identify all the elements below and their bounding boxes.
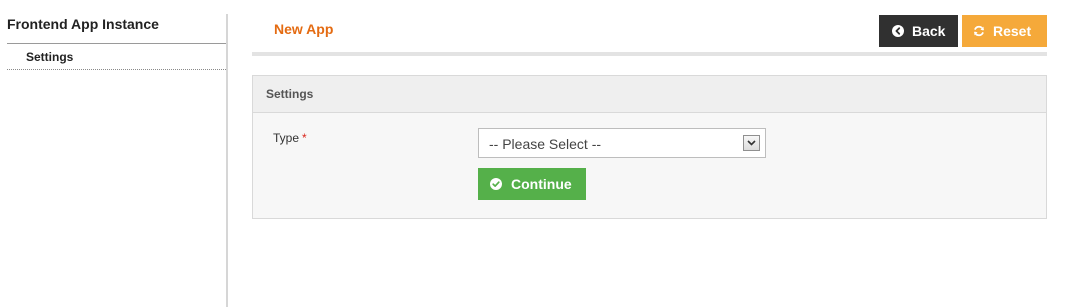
type-select-value: -- Please Select -- xyxy=(489,136,602,152)
back-button[interactable]: Back xyxy=(879,15,958,47)
panel-header: Settings xyxy=(253,76,1046,113)
panel-title: Settings xyxy=(266,87,314,101)
reset-button-label: Reset xyxy=(993,23,1032,39)
sidebar-item-label: Settings xyxy=(26,50,74,64)
settings-panel: Settings Type * -- Please Select -- Conti… xyxy=(252,75,1047,219)
type-select[interactable]: -- Please Select -- xyxy=(478,128,766,158)
sidebar-title-divider xyxy=(7,43,228,44)
back-button-label: Back xyxy=(912,23,946,39)
continue-button-label: Continue xyxy=(511,176,572,192)
reset-button[interactable]: Reset xyxy=(962,15,1047,47)
required-mark: * xyxy=(302,131,307,145)
header-divider xyxy=(252,52,1047,56)
sidebar-divider xyxy=(226,14,228,307)
sidebar-item-settings[interactable]: Settings xyxy=(7,46,228,70)
chevron-down-icon[interactable] xyxy=(743,135,760,151)
sidebar-title: Frontend App Instance xyxy=(7,16,159,32)
page-title: New App xyxy=(274,21,334,37)
type-field-label: Type * xyxy=(273,131,307,145)
refresh-icon xyxy=(973,25,985,37)
sidebar: Frontend App Instance Settings xyxy=(0,0,228,307)
page: Frontend App Instance Settings New App B… xyxy=(0,0,1067,307)
type-label-text: Type xyxy=(273,131,300,145)
arrow-left-circle-icon xyxy=(892,25,904,37)
continue-button[interactable]: Continue xyxy=(478,168,586,200)
check-circle-icon xyxy=(490,178,502,190)
